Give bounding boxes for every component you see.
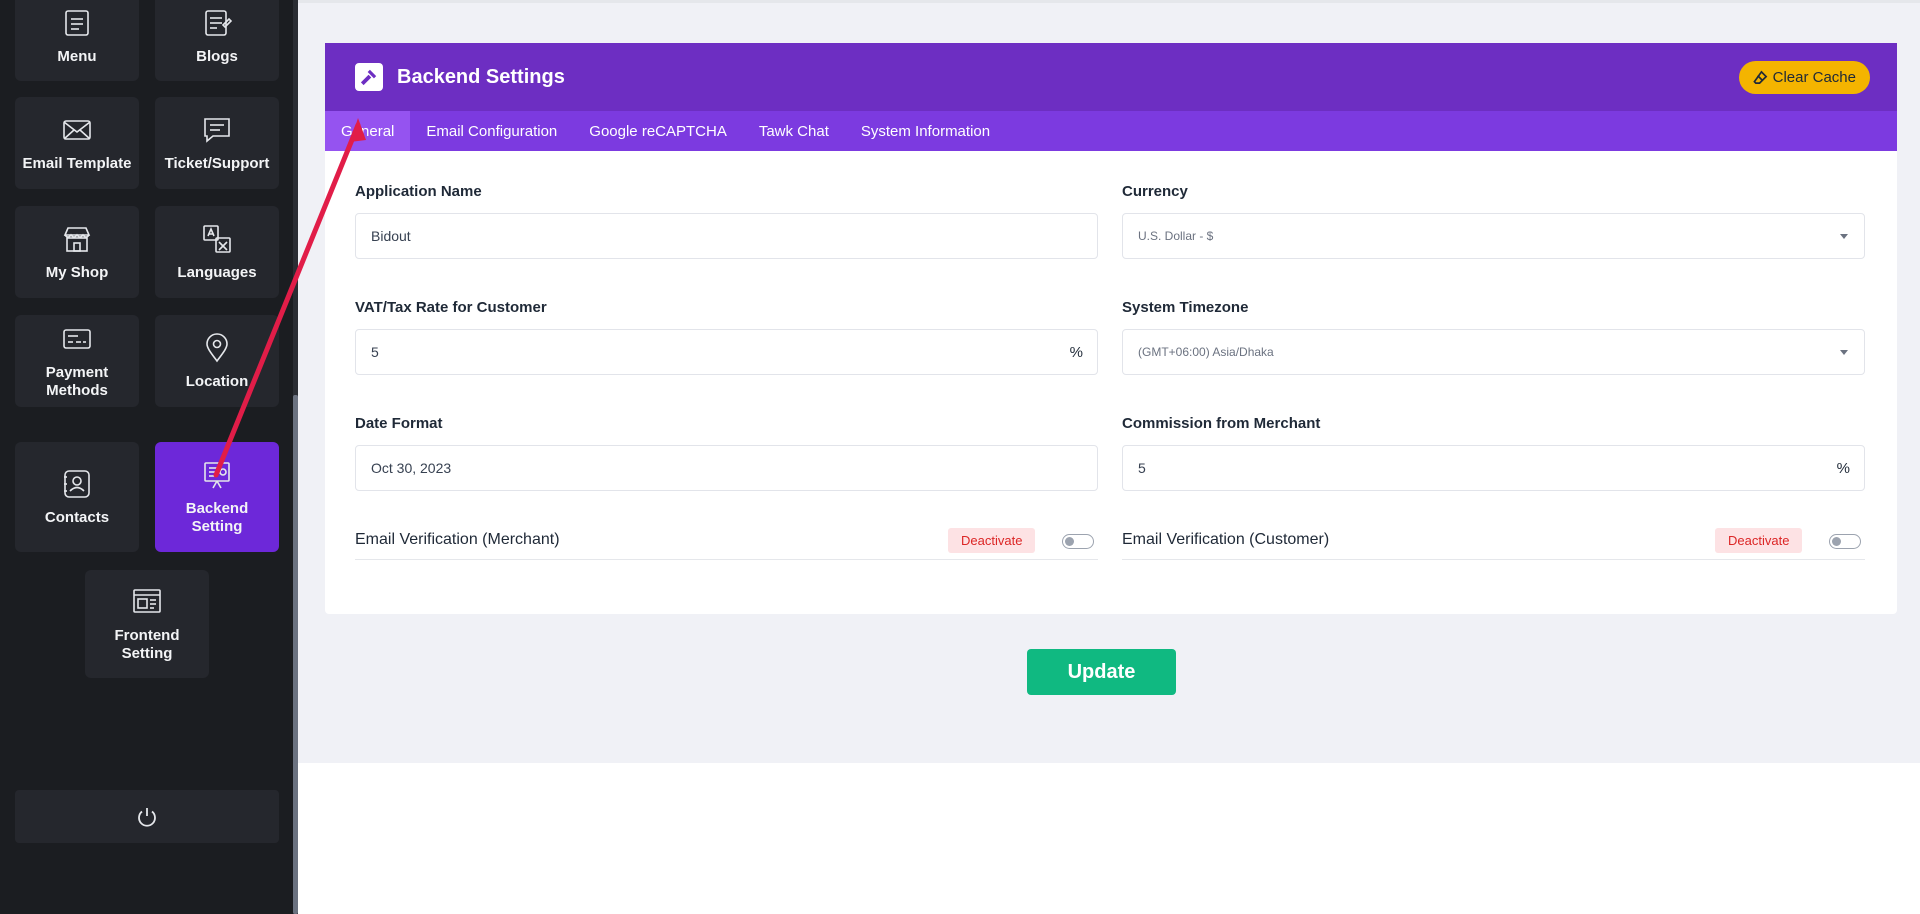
sidebar-item-label: Location bbox=[185, 373, 249, 390]
currency-value: U.S. Dollar - $ bbox=[1138, 229, 1214, 243]
shop-icon bbox=[60, 222, 94, 256]
menu-icon bbox=[60, 6, 94, 40]
tab-email-configuration[interactable]: Email Configuration bbox=[410, 111, 573, 151]
commission-value: 5 bbox=[1138, 460, 1146, 476]
currency-select[interactable]: U.S. Dollar - $ bbox=[1122, 213, 1865, 259]
commission-label: Commission from Merchant bbox=[1122, 415, 1321, 432]
sidebar-item-label: Email Template bbox=[22, 155, 132, 172]
contacts-icon bbox=[60, 467, 94, 501]
sidebar: Menu Blogs Email Template Ticket/Support… bbox=[0, 0, 298, 914]
sidebar-item-blogs[interactable]: Blogs bbox=[155, 0, 279, 81]
email-verification-merchant-toggle[interactable] bbox=[1062, 534, 1094, 549]
sidebar-item-label: Contacts bbox=[44, 509, 110, 526]
top-bar bbox=[298, 0, 1920, 3]
blog-icon bbox=[200, 6, 234, 40]
sidebar-item-email-template[interactable]: Email Template bbox=[15, 97, 139, 189]
vat-input[interactable]: 5 % bbox=[355, 329, 1098, 375]
tab-system-information[interactable]: System Information bbox=[845, 111, 1006, 151]
date-format-input[interactable]: Oct 30, 2023 bbox=[355, 445, 1098, 491]
app-name-label: Application Name bbox=[355, 183, 482, 200]
vat-value: 5 bbox=[371, 344, 379, 360]
card-header: Backend Settings Clear Cache bbox=[325, 43, 1897, 111]
commission-input[interactable]: 5 % bbox=[1122, 445, 1865, 491]
email-verification-merchant-label: Email Verification (Merchant) bbox=[355, 530, 560, 548]
translate-icon bbox=[200, 222, 234, 256]
date-format-label: Date Format bbox=[355, 415, 443, 432]
sidebar-item-label: Payment Methods bbox=[45, 364, 109, 399]
sidebar-item-frontend-setting[interactable]: Frontend Setting bbox=[85, 570, 209, 678]
sidebar-item-label: Blogs bbox=[196, 47, 238, 65]
email-verification-merchant-row: Email Verification (Merchant) Deactivate bbox=[355, 520, 1098, 560]
status-badge: Deactivate bbox=[1715, 528, 1803, 553]
power-icon bbox=[135, 805, 159, 829]
update-button[interactable]: Update bbox=[1027, 649, 1176, 695]
eraser-icon bbox=[1752, 70, 1767, 84]
sidebar-item-location[interactable]: Location bbox=[155, 315, 279, 407]
sidebar-item-label: My Shop bbox=[45, 264, 109, 281]
chevron-down-icon bbox=[1840, 350, 1848, 355]
settings-tabs: General Email Configuration Google reCAP… bbox=[325, 111, 1897, 151]
sidebar-item-menu[interactable]: Menu bbox=[15, 0, 139, 81]
currency-label: Currency bbox=[1122, 183, 1188, 200]
sidebar-item-languages[interactable]: Languages bbox=[155, 206, 279, 298]
sidebar-item-label: Languages bbox=[177, 264, 257, 281]
sidebar-item-ticket-support[interactable]: Ticket/Support bbox=[155, 97, 279, 189]
email-verification-customer-row: Email Verification (Customer) Deactivate bbox=[1122, 520, 1865, 560]
sidebar-item-payment-methods[interactable]: Payment Methods bbox=[15, 315, 139, 407]
app-name-input[interactable]: Bidout bbox=[355, 213, 1098, 259]
vat-label: VAT/Tax Rate for Customer bbox=[355, 299, 547, 316]
map-pin-icon bbox=[200, 331, 234, 365]
status-badge: Deactivate bbox=[948, 528, 1036, 553]
date-format-value: Oct 30, 2023 bbox=[371, 460, 452, 476]
card-icon bbox=[60, 322, 94, 356]
timezone-value: (GMT+06:00) Asia/Dhaka bbox=[1138, 345, 1274, 359]
sidebar-item-backend-setting[interactable]: Backend Setting bbox=[155, 442, 279, 552]
clear-cache-button[interactable]: Clear Cache bbox=[1738, 61, 1870, 94]
chat-icon bbox=[200, 113, 234, 147]
sidebar-item-label: Frontend Setting bbox=[114, 627, 180, 662]
tab-google-recaptcha[interactable]: Google reCAPTCHA bbox=[573, 111, 743, 151]
tab-tawk-chat[interactable]: Tawk Chat bbox=[743, 111, 845, 151]
envelope-icon bbox=[60, 113, 94, 147]
timezone-select[interactable]: (GMT+06:00) Asia/Dhaka bbox=[1122, 329, 1865, 375]
clear-cache-label: Clear Cache bbox=[1772, 69, 1856, 86]
gavel-icon bbox=[355, 63, 383, 91]
email-verification-customer-label: Email Verification (Customer) bbox=[1122, 530, 1330, 548]
percent-suffix: % bbox=[1836, 459, 1850, 477]
timezone-label: System Timezone bbox=[1122, 299, 1249, 316]
backend-icon bbox=[200, 458, 234, 492]
frontend-icon bbox=[130, 585, 164, 619]
tab-general[interactable]: General bbox=[325, 111, 411, 151]
settings-card: Backend Settings Clear Cache General Ema… bbox=[325, 43, 1897, 614]
email-verification-customer-toggle[interactable] bbox=[1829, 534, 1861, 549]
logout-button[interactable] bbox=[15, 790, 279, 843]
sidebar-item-label: Backend Setting bbox=[185, 500, 249, 535]
sidebar-item-label: Menu bbox=[57, 47, 97, 65]
page-title: Backend Settings bbox=[397, 65, 565, 88]
sidebar-item-label: Ticket/Support bbox=[164, 155, 270, 172]
sidebar-item-my-shop[interactable]: My Shop bbox=[15, 206, 139, 298]
chevron-down-icon bbox=[1840, 234, 1848, 239]
percent-suffix: % bbox=[1069, 343, 1083, 361]
sidebar-item-contacts[interactable]: Contacts bbox=[15, 442, 139, 552]
app-name-value: Bidout bbox=[371, 228, 411, 244]
